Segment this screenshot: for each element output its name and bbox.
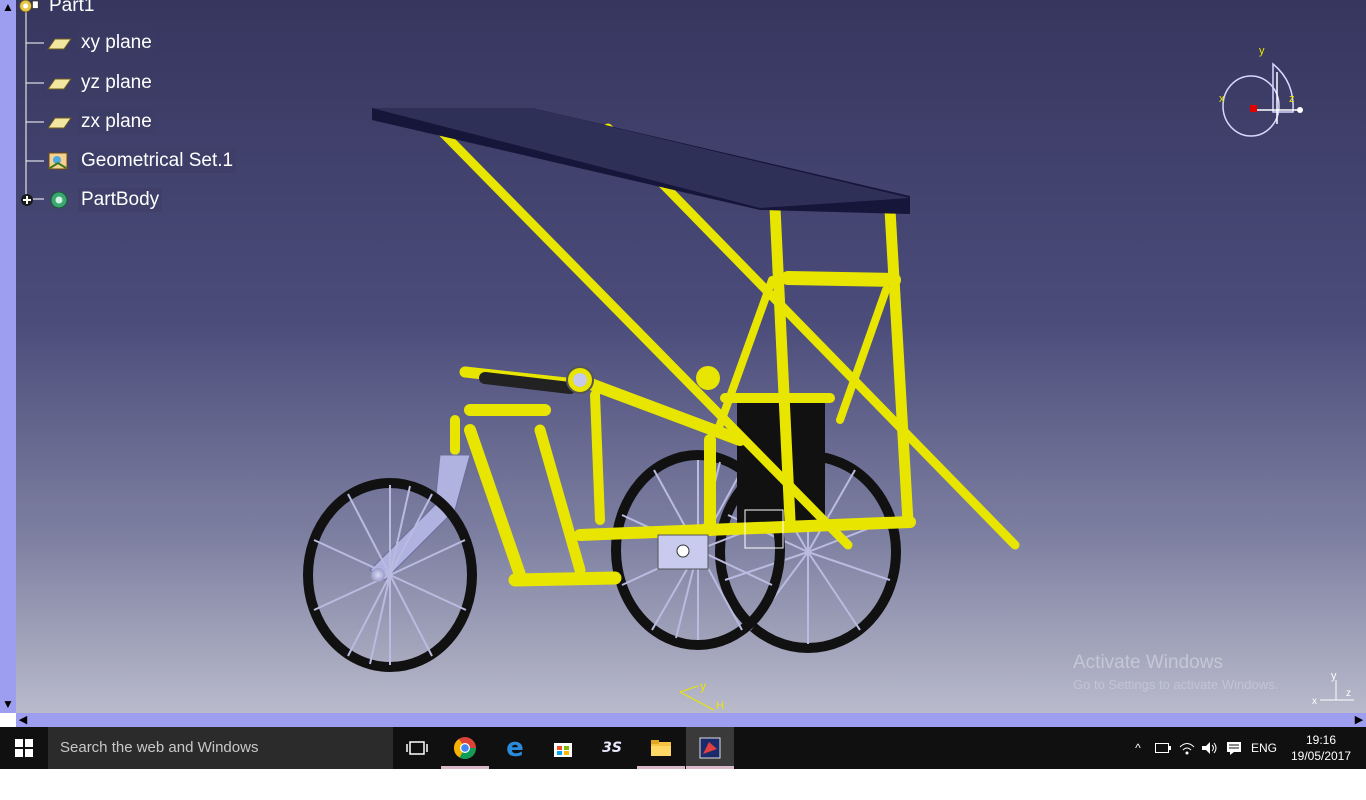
3ds-icon: 3S [602,740,622,756]
task-view-icon [406,741,428,755]
clock-time: 19:16 [1305,733,1337,747]
task-view-button[interactable] [393,727,441,769]
chrome-button[interactable] [441,727,489,769]
windows-taskbar: Search the web and Windows e 3S ^ ENG 19… [0,727,1366,769]
battery-icon[interactable] [1152,727,1174,769]
show-hidden-icons-chevron-icon[interactable]: ^ [1128,727,1148,769]
clock[interactable]: 19:16 19/05/2017 [1286,727,1356,769]
activate-windows-title: Activate Windows [1073,652,1223,673]
scrollbar-corner [0,713,16,727]
windows-logo-icon [15,739,33,757]
global-axis-indicator: y x z [1312,670,1354,707]
scroll-right-arrow-icon[interactable]: ▶ [1352,713,1366,727]
screen-bottom-margin [0,769,1366,800]
edge-icon: e [506,733,524,763]
catia-launcher-button[interactable]: 3S [588,727,636,769]
axis-h-label: H [716,700,724,712]
chrome-icon [454,737,476,759]
activate-windows-subtitle: Go to Settings to activate Windows. [1073,677,1279,692]
action-center-icon[interactable] [1223,727,1245,769]
model-axis-indicator: y H [679,679,724,712]
scroll-left-arrow-icon[interactable]: ◀ [16,713,30,727]
compass-widget[interactable]: y x z [1215,42,1315,142]
edge-button[interactable]: e [491,727,539,769]
motor-bolt [676,544,690,558]
head-tube-hole [573,373,587,387]
horizontal-scrollbar[interactable]: ◀ ▶ [16,713,1366,727]
global-x-label: x [1312,696,1317,707]
folder-icon [651,740,671,756]
tricycle-3d-model[interactable] [0,0,1366,713]
file-explorer-button[interactable] [637,727,685,769]
store-icon [554,743,572,757]
global-y-label: y [1331,670,1337,682]
search-box[interactable]: Search the web and Windows [48,727,393,769]
store-button[interactable] [539,727,587,769]
compass-x-label: x [1219,93,1225,105]
front-wheel [303,478,477,672]
start-button[interactable] [0,727,48,769]
volume-icon[interactable] [1199,727,1221,769]
catia-app-icon [699,737,721,759]
axis-y-label: y [700,679,706,693]
solar-roof-panel [372,108,910,208]
catia-app-button[interactable] [686,727,734,769]
rear-joint [696,366,720,390]
language-indicator[interactable]: ENG [1248,727,1280,769]
wifi-icon[interactable] [1176,727,1198,769]
catia-3d-viewport[interactable]: ▲ ▼ Part1 xy plane yz plane zx plane Geo… [0,0,1366,713]
compass-z-label: z [1289,93,1295,105]
global-z-label: z [1346,688,1351,699]
compass-y-label: y [1259,45,1265,57]
clock-date: 19/05/2017 [1290,749,1352,763]
